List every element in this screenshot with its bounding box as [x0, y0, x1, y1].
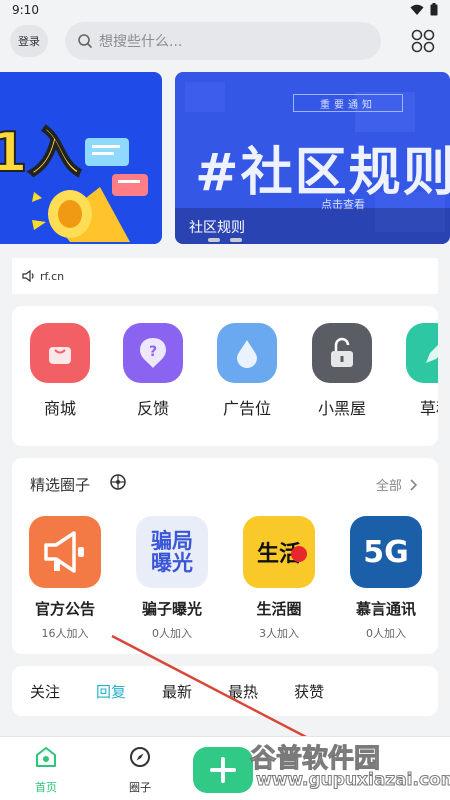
quick-icon-ad-space[interactable]: 广告位: [215, 323, 279, 419]
svg-text:?: ?: [149, 344, 157, 360]
shopping-bag-icon: [30, 323, 90, 383]
quick-icon-label: 小黑屋: [317, 399, 366, 418]
quick-icon-feedback[interactable]: ? 反馈: [121, 323, 185, 419]
nav-home-label: 首页: [35, 781, 57, 794]
nav-circles-label: 圈子: [129, 781, 151, 794]
pagination-dot: [230, 238, 242, 242]
quick-icon-label: 广告位: [222, 399, 271, 418]
circle-name: 生活圈: [256, 600, 302, 618]
banner-slide-community-rules[interactable]: 重要通知 #社区规则 点击查看 社区规则: [175, 72, 450, 244]
status-time: 9:10: [12, 3, 39, 17]
quick-icon-label: 商城: [43, 399, 76, 418]
scam-logo-text: 骗局曝光: [151, 528, 193, 575]
circles-all-label: 全部: [375, 479, 402, 494]
wifi-icon: [410, 4, 424, 15]
megaphone-logo: [29, 516, 101, 588]
search-icon: [78, 34, 92, 48]
home-icon: [36, 747, 56, 767]
quick-icon-blackroom[interactable]: 小黑屋: [310, 323, 374, 419]
life-logo: 生活: [243, 516, 315, 588]
search-input[interactable]: 想搜些什么...: [65, 22, 381, 60]
status-bar: 9:10: [0, 0, 450, 22]
5g-logo: 5G: [350, 516, 422, 588]
watermark-url: www.gupuxiazai.com: [255, 770, 450, 791]
status-icons: [410, 3, 438, 16]
login-button[interactable]: 登录: [10, 25, 48, 57]
tab-reply[interactable]: 回复: [96, 681, 126, 702]
banner-pagination: [208, 238, 242, 242]
app-grid-icon[interactable]: [410, 28, 436, 54]
dharma-wheel-icon: [110, 474, 126, 490]
edit-icon: [406, 323, 438, 383]
tab-latest[interactable]: 最新: [162, 681, 192, 702]
circle-name: 慕言通讯: [355, 600, 416, 618]
quick-icon-drafts[interactable]: 草稿: [404, 323, 438, 419]
chevron-right-icon: [410, 479, 418, 491]
speaker-icon: [22, 270, 34, 282]
quick-icon-label: 草稿: [419, 399, 438, 418]
notice-text: rf.cn: [40, 269, 65, 283]
megaphone-icon: [32, 138, 148, 242]
quick-icons-card: 商城 ? 反馈 广告位 小黑屋 草稿: [12, 306, 438, 446]
top-bar: 登录 想搜些什么...: [0, 22, 450, 62]
5g-logo-text: 5G: [363, 534, 409, 570]
question-icon: ?: [123, 323, 183, 383]
tab-hottest[interactable]: 最热: [228, 681, 258, 702]
nav-circles[interactable]: 圈子: [115, 745, 165, 795]
circle-member-count: 16人加入: [41, 627, 89, 640]
tab-liked[interactable]: 获赞: [294, 681, 324, 702]
compass-icon: [130, 747, 150, 767]
nav-home[interactable]: 首页: [21, 745, 71, 795]
circle-member-count: 0人加入: [366, 627, 406, 640]
plus-icon: [210, 757, 236, 783]
quick-icon-label: 反馈: [136, 399, 169, 418]
circle-member-count: 0人加入: [152, 627, 192, 640]
bottom-nav: 首页 圈子: [0, 736, 450, 800]
notice-bar[interactable]: rf.cn: [12, 258, 438, 294]
banner-headline: #社区规则: [195, 143, 450, 203]
banner-header-label: 重要通知: [293, 94, 403, 112]
feed-tabs: 关注 回复 最新 最热 获赞: [12, 666, 438, 716]
battery-icon: [430, 3, 438, 16]
search-placeholder: 想搜些什么...: [99, 34, 183, 50]
red-dot-icon: [291, 546, 307, 562]
drop-icon: [217, 323, 277, 383]
featured-circles-card: 精选圈子 全部 官方公告 16人加入 骗局曝光 骗子曝光 0人加入 生活 生活圈…: [12, 458, 438, 654]
pagination-dot: [208, 238, 220, 242]
scam-exposure-logo: 骗局曝光: [136, 516, 208, 588]
circles-all-link[interactable]: 全部: [376, 475, 418, 494]
tab-follow[interactable]: 关注: [30, 681, 60, 702]
circle-name: 骗子曝光: [141, 600, 202, 618]
unlock-icon: [312, 323, 372, 383]
quick-icon-shop[interactable]: 商城: [28, 323, 92, 419]
circle-name: 官方公告: [34, 600, 95, 618]
create-post-button[interactable]: [193, 747, 253, 793]
circle-item-official[interactable]: 官方公告 16人加入: [22, 516, 108, 641]
circles-title: 精选圈子: [30, 476, 91, 494]
circle-member-count: 3人加入: [259, 627, 299, 640]
circle-item-muyan-telecom[interactable]: 5G 慕言通讯 0人加入: [343, 516, 429, 641]
circle-item-life[interactable]: 生活 生活圈 3人加入: [236, 516, 322, 641]
banner-slide-promo[interactable]: 1入: [0, 72, 162, 244]
circle-item-scam-exposure[interactable]: 骗局曝光 骗子曝光 0人加入: [129, 516, 215, 641]
